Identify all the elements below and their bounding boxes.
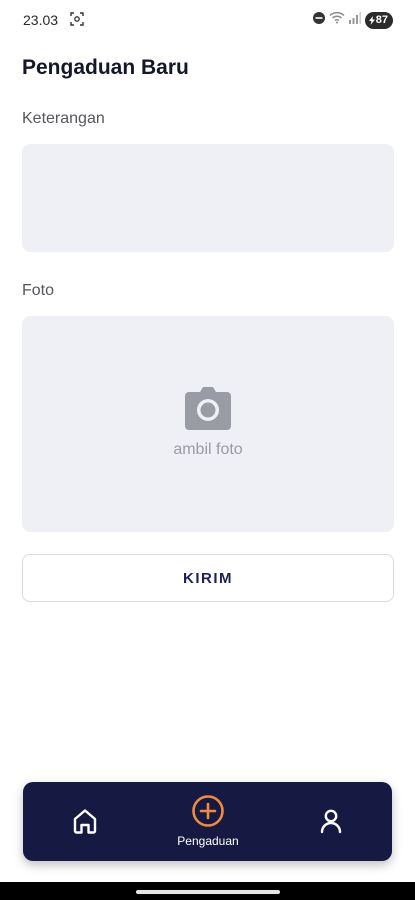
screenshot-icon bbox=[70, 12, 84, 26]
do-not-disturb-icon bbox=[312, 11, 325, 29]
nav-pengaduan[interactable]: Pengaduan bbox=[163, 794, 253, 854]
photo-placeholder: ambil foto bbox=[173, 441, 243, 458]
profile-icon bbox=[314, 809, 348, 842]
description-input[interactable] bbox=[22, 144, 394, 252]
nav-pengaduan-label: Pengaduan bbox=[177, 834, 239, 848]
add-circle-icon bbox=[192, 795, 224, 827]
home-icon bbox=[68, 809, 102, 842]
bottom-nav: Pengaduan bbox=[23, 782, 392, 861]
photo-label: Foto bbox=[22, 282, 55, 299]
gesture-bar bbox=[0, 882, 415, 900]
wifi-icon bbox=[329, 11, 345, 29]
camera-icon bbox=[185, 386, 231, 430]
status-time: 23.03 bbox=[23, 12, 59, 28]
status-icons: 87 bbox=[312, 11, 393, 29]
nav-profile[interactable] bbox=[314, 804, 348, 838]
photo-picker[interactable]: ambil foto bbox=[22, 316, 394, 532]
battery-level: 87 bbox=[375, 13, 388, 26]
signal-icon bbox=[348, 11, 361, 29]
battery-icon: 87 bbox=[364, 11, 393, 29]
submit-button[interactable]: KIRIM bbox=[22, 554, 394, 602]
status-bar: 23.03 87 bbox=[0, 0, 415, 40]
submit-label: KIRIM bbox=[183, 569, 233, 587]
description-label: Keterangan bbox=[22, 110, 105, 127]
nav-home[interactable] bbox=[68, 804, 102, 838]
page-title: Pengaduan Baru bbox=[22, 56, 189, 79]
gesture-handle[interactable] bbox=[136, 890, 280, 894]
